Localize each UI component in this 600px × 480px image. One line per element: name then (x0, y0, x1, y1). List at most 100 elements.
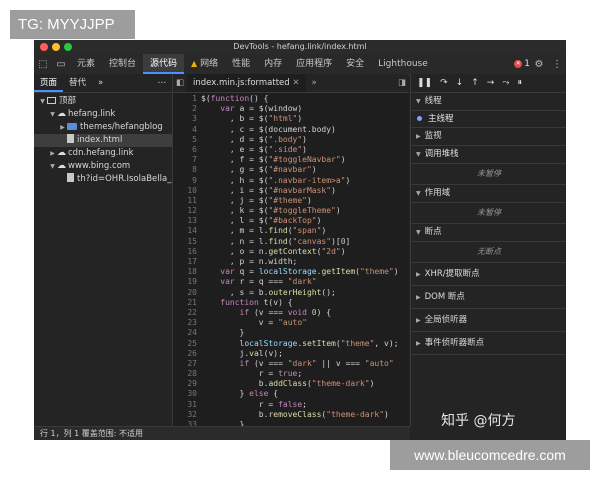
code-line[interactable]: 13 , l = $("#backTop") (173, 216, 409, 226)
line-number[interactable]: 18 (173, 267, 201, 277)
more-files-icon[interactable]: » (306, 78, 323, 88)
code-line[interactable]: 22 if (v === void 0) { (173, 308, 409, 318)
code-line[interactable]: 25 localStorage.setItem("theme", v); (173, 339, 409, 349)
line-number[interactable]: 14 (173, 226, 201, 236)
line-number[interactable]: 20 (173, 288, 201, 298)
code-line[interactable]: 21 function t(v) { (173, 298, 409, 308)
code-line[interactable]: 15 , n = l.find("canvas")[0] (173, 237, 409, 247)
collapsed-arrow-icon[interactable]: ▶ (48, 147, 57, 160)
device-toolbar-icon[interactable]: ▭ (52, 59, 70, 70)
tab-performance[interactable]: 性能 (225, 54, 257, 74)
line-number[interactable]: 19 (173, 277, 201, 287)
code-line[interactable]: 12 , k = $("#toggleTheme") (173, 206, 409, 216)
pause-icon[interactable]: ❚❚ (417, 78, 432, 88)
tab-sources[interactable]: 源代码 (143, 54, 185, 74)
step-out-icon[interactable]: ↑ (471, 78, 479, 88)
code-line[interactable]: 8 , g = $("#navbar") (173, 165, 409, 175)
section-event-listener-breakpoints[interactable]: ▶ 事件侦听器断点 (411, 332, 566, 355)
section-scope[interactable]: ▼ 作用域 (411, 185, 566, 203)
expanded-arrow-icon[interactable]: ▼ (48, 160, 57, 173)
collapsed-arrow-icon[interactable]: ▶ (58, 121, 67, 134)
line-number[interactable]: 5 (173, 135, 201, 145)
line-number[interactable]: 3 (173, 114, 201, 124)
code-line[interactable]: 30 } else { (173, 389, 409, 399)
code-line[interactable]: 7 , f = $("#toggleNavbar") (173, 155, 409, 165)
line-number[interactable]: 17 (173, 257, 201, 267)
line-number[interactable]: 16 (173, 247, 201, 257)
thread-main[interactable]: 主线程 (411, 111, 566, 128)
tree-item[interactable]: ▼ ☁ www.bing.com (34, 160, 172, 173)
line-number[interactable]: 25 (173, 339, 201, 349)
tab-security[interactable]: 安全 (339, 54, 371, 74)
code-line[interactable]: 4 , c = $(document.body) (173, 125, 409, 135)
code-line[interactable]: 2 var a = $(window) (173, 104, 409, 114)
minimize-window-icon[interactable] (52, 43, 60, 51)
line-number[interactable]: 1 (173, 94, 201, 104)
expanded-arrow-icon[interactable]: ▼ (38, 95, 47, 108)
tab-console[interactable]: 控制台 (102, 54, 143, 74)
step-over-icon[interactable]: ↷ (440, 78, 448, 88)
code-line[interactable]: 6 , e = $(".side") (173, 145, 409, 155)
tab-application[interactable]: 应用程序 (289, 54, 339, 74)
line-number[interactable]: 4 (173, 125, 201, 135)
tree-item[interactable]: index.html (34, 134, 172, 147)
code-line[interactable]: 10 , i = $("#navbarMask") (173, 186, 409, 196)
line-number[interactable]: 22 (173, 308, 201, 318)
code-line[interactable]: 18 var q = localStorage.getItem("theme") (173, 267, 409, 277)
section-breakpoints[interactable]: ▼ 断点 (411, 224, 566, 242)
code-line[interactable]: 5 , d = $(".body") (173, 135, 409, 145)
section-xhr-breakpoints[interactable]: ▶ XHR/提取断点 (411, 263, 566, 286)
tab-page[interactable]: 页面 (34, 74, 64, 92)
expanded-arrow-icon[interactable]: ▼ (48, 108, 57, 121)
tab-elements[interactable]: 元素 (70, 54, 102, 74)
line-number[interactable]: 31 (173, 400, 201, 410)
line-number[interactable]: 7 (173, 155, 201, 165)
line-number[interactable]: 9 (173, 176, 201, 186)
tree-item[interactable]: ▼ ☁ hefang.link (34, 108, 172, 121)
line-number[interactable]: 13 (173, 216, 201, 226)
line-number[interactable]: 2 (173, 104, 201, 114)
close-tab-icon[interactable]: ✕ (292, 78, 299, 88)
line-number[interactable]: 28 (173, 369, 201, 379)
line-number[interactable]: 11 (173, 196, 201, 206)
section-watch[interactable]: ▶ 监视 (411, 128, 566, 146)
error-badge[interactable]: ✕ 1 (514, 59, 530, 69)
line-number[interactable]: 10 (173, 186, 201, 196)
line-number[interactable]: 26 (173, 349, 201, 359)
section-dom-breakpoints[interactable]: ▶ DOM 断点 (411, 286, 566, 309)
line-number[interactable]: 21 (173, 298, 201, 308)
code-line[interactable]: 11 , j = $("#theme") (173, 196, 409, 206)
code-line[interactable]: 19 var r = q === "dark" (173, 277, 409, 287)
line-number[interactable]: 32 (173, 410, 201, 420)
tree-item[interactable]: ▶ ☁ cdn.hefang.link (34, 147, 172, 160)
inspect-element-icon[interactable]: ⬚ (34, 59, 52, 70)
step-into-icon[interactable]: ↓ (456, 78, 464, 88)
tree-item[interactable]: ▶ themes/hefangblog (34, 121, 172, 134)
line-number[interactable]: 27 (173, 359, 201, 369)
code-line[interactable]: 23 v = "auto" (173, 318, 409, 328)
more-tabs-icon[interactable]: » (92, 74, 109, 92)
toggle-navigator-icon[interactable]: ◧ (173, 78, 187, 88)
code-line[interactable]: 3 , b = $("html") (173, 114, 409, 124)
line-number[interactable]: 6 (173, 145, 201, 155)
code-area[interactable]: 1 $(function() {2 var a = $(window) 3 , b … (173, 94, 409, 440)
tab-memory[interactable]: 内存 (257, 54, 289, 74)
line-number[interactable]: 29 (173, 379, 201, 389)
code-line[interactable]: 29 b.addClass("theme-dark") (173, 379, 409, 389)
line-number[interactable]: 23 (173, 318, 201, 328)
code-line[interactable]: 14 , m = l.find("span") (173, 226, 409, 236)
code-line[interactable]: 26 j.val(v); (173, 349, 409, 359)
tab-overrides[interactable]: 替代 (63, 74, 92, 92)
line-number[interactable]: 12 (173, 206, 201, 216)
tree-item[interactable]: ▼ 顶部 (34, 95, 172, 108)
tree-item[interactable]: th?id=OHR.IsolaBella_Zh (34, 173, 172, 186)
line-number[interactable]: 15 (173, 237, 201, 247)
code-line[interactable]: 28 r = true; (173, 369, 409, 379)
code-line[interactable]: 16 , o = n.getContext("2d") (173, 247, 409, 257)
code-line[interactable]: 27 if (v === "dark" || v === "auto" (173, 359, 409, 369)
tab-network[interactable]: ▲ 网络 (184, 54, 225, 74)
line-number[interactable]: 8 (173, 165, 201, 175)
close-window-icon[interactable] (40, 43, 48, 51)
code-line[interactable]: 32 b.removeClass("theme-dark") (173, 410, 409, 420)
section-callstack[interactable]: ▼ 调用堆栈 (411, 146, 566, 164)
